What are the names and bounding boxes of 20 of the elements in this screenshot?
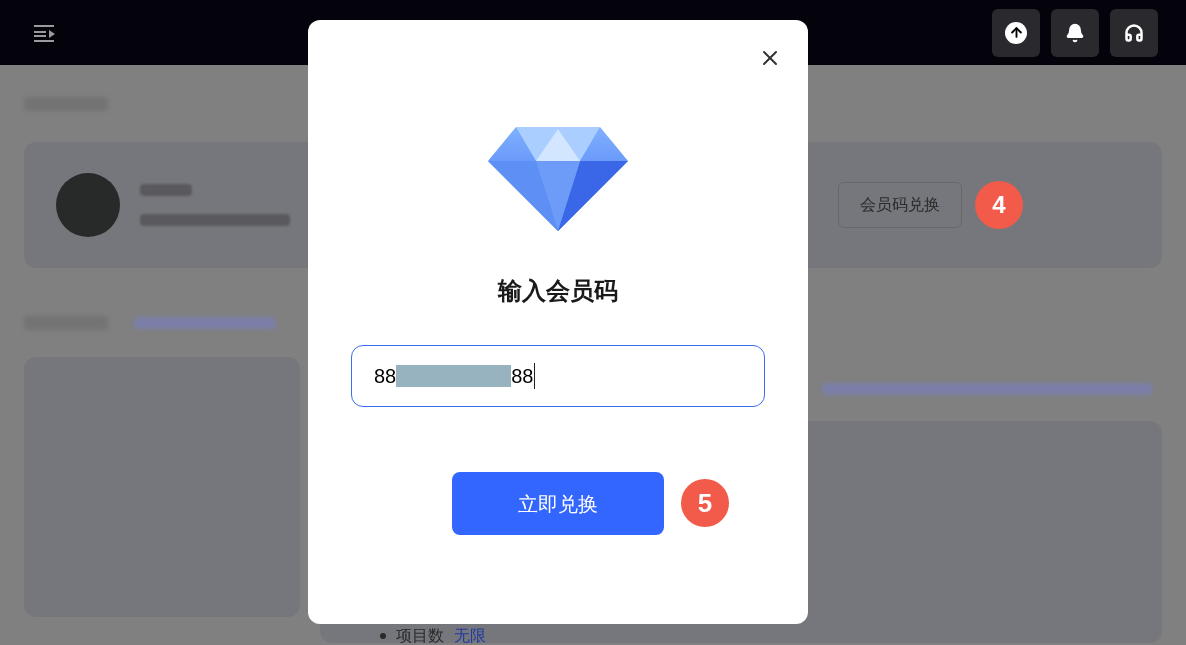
- code-value: 88: [511, 364, 534, 389]
- upload-icon: [1005, 21, 1027, 44]
- redeem-now-button[interactable]: 立即兑换: [452, 472, 664, 535]
- plan-item-value: 无限: [454, 628, 486, 643]
- diamond-icon: [488, 125, 628, 231]
- text-cursor: [533, 363, 535, 389]
- bell-icon: [1065, 22, 1085, 43]
- dialog-title: 输入会员码: [498, 276, 618, 306]
- code-input-field[interactable]: 88 88: [351, 345, 765, 407]
- toolbar-button[interactable]: [992, 8, 1040, 57]
- step-badge: 4: [975, 181, 1023, 229]
- redeem-code-button[interactable]: 会员码兑换: [838, 182, 962, 228]
- headset-icon: [1124, 22, 1144, 43]
- plan-item-label: 项目数: [396, 628, 444, 643]
- menu-icon[interactable]: [34, 23, 56, 42]
- toolbar-button[interactable]: [1051, 8, 1099, 57]
- step-badge: 5: [681, 479, 729, 527]
- toolbar-button[interactable]: [1110, 8, 1158, 57]
- code-value: 88: [374, 364, 397, 389]
- blurred-text: [140, 184, 192, 196]
